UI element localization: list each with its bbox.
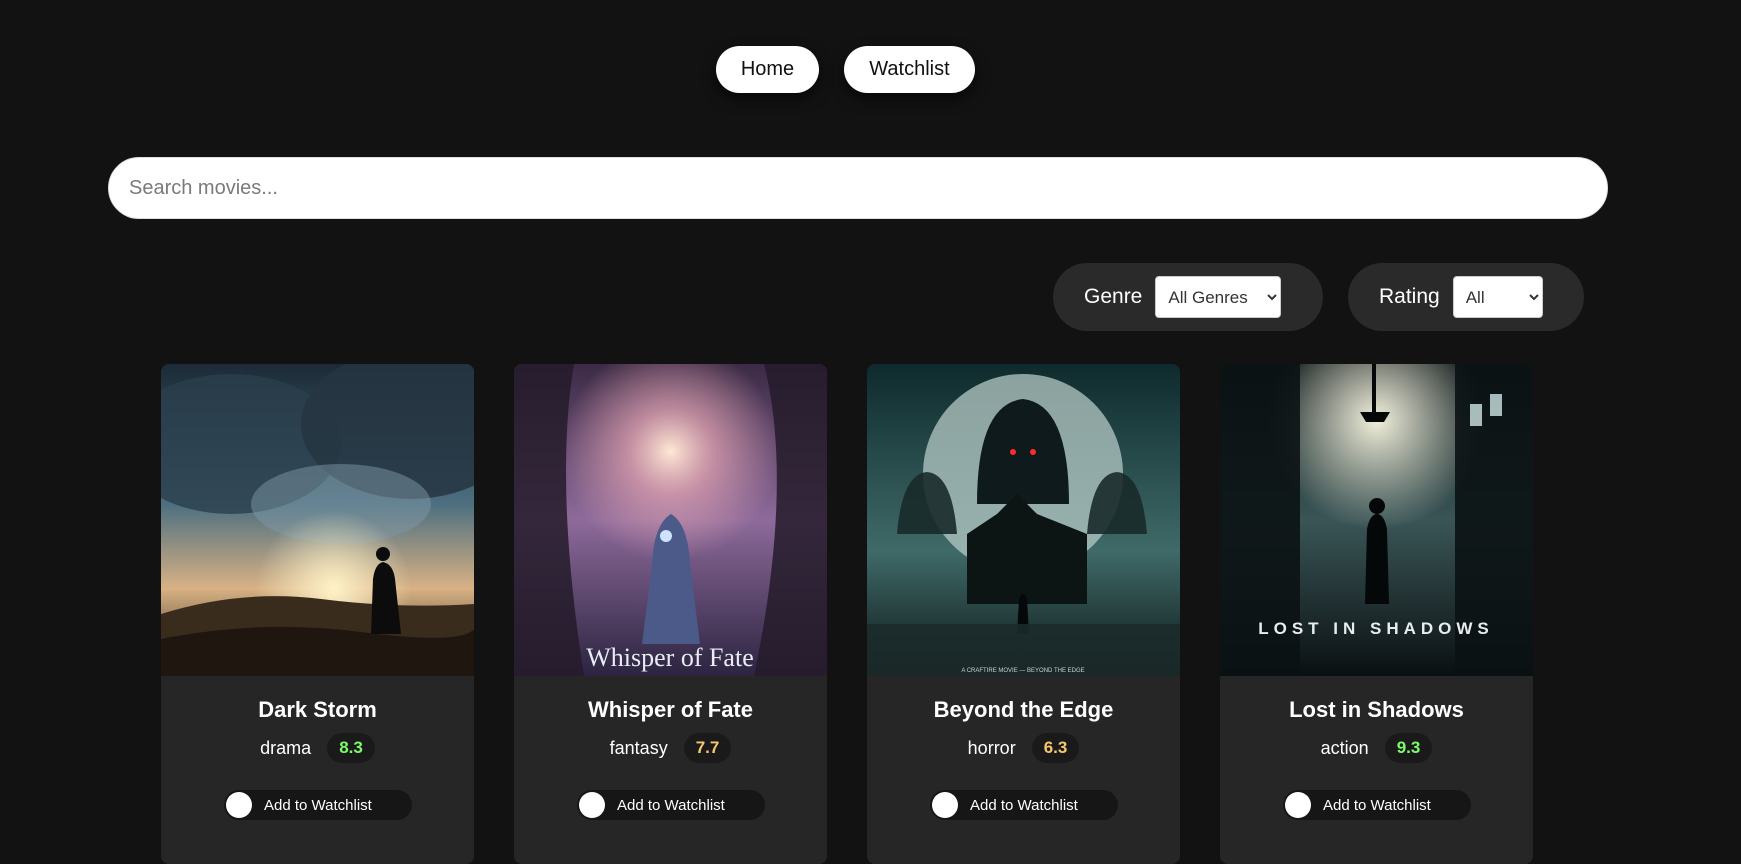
movie-poster: LOST IN SHADOWS xyxy=(1220,364,1533,676)
watchlist-toggle[interactable]: Add to Watchlist xyxy=(1283,790,1471,820)
poster-title-text: A CRAFTIRE MOVIE — BEYOND THE EDGE xyxy=(961,668,1084,674)
watchlist-button[interactable]: Watchlist xyxy=(844,46,975,93)
movie-card: A CRAFTIRE MOVIE — BEYOND THE EDGE Beyon… xyxy=(867,364,1180,864)
rating-select[interactable]: All xyxy=(1452,276,1543,318)
rating-badge: 7.7 xyxy=(683,733,732,763)
movie-genre: drama xyxy=(260,737,312,758)
rating-badge: 8.3 xyxy=(327,733,375,763)
toggle-label: Add to Watchlist xyxy=(264,796,372,814)
movie-meta: drama 8.3 xyxy=(161,733,474,763)
movie-grid: Dark Storm drama 8.3 Add to Watchlist Wh… xyxy=(161,364,1533,864)
genre-filter-label: Genre xyxy=(1084,285,1143,308)
rating-filter: Rating All xyxy=(1348,263,1584,331)
rating-badge: 6.3 xyxy=(1031,733,1080,763)
movie-meta: action 9.3 xyxy=(1220,733,1533,763)
movie-title: Beyond the Edge xyxy=(933,697,1114,722)
movie-card: Dark Storm drama 8.3 Add to Watchlist xyxy=(161,364,474,864)
toggle-knob xyxy=(932,792,958,818)
toggle-label: Add to Watchlist xyxy=(617,796,725,814)
movie-meta: fantasy 7.7 xyxy=(514,733,827,763)
toggle-label: Add to Watchlist xyxy=(1323,796,1431,814)
watchlist-toggle[interactable]: Add to Watchlist xyxy=(577,790,765,820)
movie-title: Whisper of Fate xyxy=(587,697,753,722)
movie-poster: Whisper of Fate xyxy=(514,364,827,676)
movie-meta: horror 6.3 xyxy=(867,733,1180,763)
movie-card: Whisper of Fate Whisper of Fate fantasy … xyxy=(514,364,827,864)
movie-title: Lost in Shadows xyxy=(1289,697,1464,722)
genre-select[interactable]: All Genres xyxy=(1155,276,1282,318)
toggle-knob xyxy=(1285,792,1311,818)
toggle-knob xyxy=(579,792,605,818)
movie-genre: horror xyxy=(967,737,1016,758)
watchlist-toggle[interactable]: Add to Watchlist xyxy=(930,790,1118,820)
movie-genre: fantasy xyxy=(609,737,668,758)
movie-poster: A CRAFTIRE MOVIE — BEYOND THE EDGE xyxy=(867,364,1180,676)
movie-genre: action xyxy=(1320,737,1369,758)
home-button[interactable]: Home xyxy=(716,46,819,93)
rating-filter-label: Rating xyxy=(1379,285,1440,308)
poster-title-text: LOST IN SHADOWS xyxy=(1258,619,1494,638)
rating-badge: 9.3 xyxy=(1384,733,1433,763)
poster-title-text: Whisper of Fate xyxy=(586,643,754,672)
top-nav: Home Watchlist xyxy=(716,46,975,93)
movie-poster xyxy=(161,364,474,676)
toggle-knob xyxy=(226,792,252,818)
toggle-label: Add to Watchlist xyxy=(970,796,1078,814)
genre-filter: Genre All Genres xyxy=(1053,263,1323,331)
search-input[interactable] xyxy=(108,157,1608,219)
movie-card: LOST IN SHADOWS Lost in Shadows action 9… xyxy=(1220,364,1533,864)
watchlist-toggle[interactable]: Add to Watchlist xyxy=(224,790,412,820)
movie-title: Dark Storm xyxy=(258,697,377,722)
